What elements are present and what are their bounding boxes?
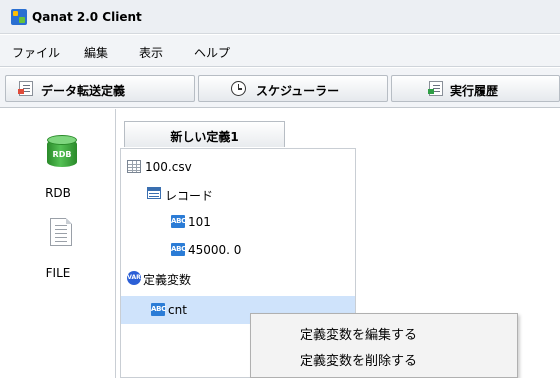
tab-execution-history[interactable]: 実行履歴	[391, 75, 560, 102]
tab-new-definition[interactable]: 新しい定義1	[124, 121, 285, 147]
tree-item-label: 45000. 0	[188, 243, 242, 257]
context-menu-item-label: 定義変数を削除する	[300, 354, 418, 369]
tab-scheduler[interactable]: スケジューラー	[198, 75, 388, 102]
abc-icon: ABC	[151, 303, 166, 316]
tab-data-transfer-label: データ転送定義	[41, 84, 126, 98]
title-bar: Qanat 2.0 Client	[0, 0, 560, 34]
menu-view[interactable]: 表示	[139, 44, 163, 61]
clock-icon	[231, 81, 246, 96]
app-logo-icon	[11, 9, 27, 25]
abc-icon: ABC	[171, 215, 186, 228]
data-transfer-doc-icon	[18, 81, 33, 96]
tree-item-field-45000[interactable]: ABC 45000. 0	[121, 239, 355, 261]
abc-icon: ABC	[171, 243, 186, 256]
tree-item-label: レコード	[165, 189, 214, 203]
menu-file[interactable]: ファイル	[12, 44, 60, 61]
tab-execution-history-label: 実行履歴	[450, 84, 499, 98]
tree-item-label: cnt	[168, 303, 187, 317]
menu-bar: ファイル 編集 表示 ヘルプ	[0, 35, 560, 67]
source-palette: RDB RDB FILE	[0, 109, 116, 378]
tree-item-csv-file[interactable]: 100.csv	[121, 156, 355, 178]
context-menu: 定義変数を編集する 定義変数を削除する	[250, 313, 518, 378]
definition-tab-label: 新しい定義1	[170, 130, 239, 144]
rdb-cylinder-top	[47, 135, 77, 145]
app-title: Qanat 2.0 Client	[32, 10, 142, 24]
tab-scheduler-label: スケジューラー	[256, 84, 340, 98]
context-menu-item-label: 定義変数を編集する	[300, 328, 418, 343]
rdb-icon[interactable]: RDB	[47, 135, 77, 169]
toolbar: データ転送定義 スケジューラー 実行履歴	[0, 68, 560, 108]
tree-item-record[interactable]: レコード	[121, 183, 355, 205]
file-label[interactable]: FILE	[0, 266, 116, 280]
rdb-label[interactable]: RDB	[0, 186, 116, 200]
csv-file-icon	[127, 160, 141, 173]
file-icon[interactable]	[50, 218, 72, 246]
tree-item-field-101[interactable]: ABC 101	[121, 211, 355, 233]
tree-item-label: 101	[188, 215, 211, 229]
var-icon: VAR	[127, 271, 141, 285]
history-doc-icon	[428, 81, 443, 96]
context-menu-edit-variable[interactable]: 定義変数を編集する	[251, 319, 517, 345]
tree-item-label: 100.csv	[145, 160, 192, 174]
menu-edit[interactable]: 編集	[84, 44, 108, 61]
tree-item-definition-variables[interactable]: VAR 定義変数	[121, 267, 355, 289]
tree-item-label: 定義変数	[143, 273, 192, 287]
tab-data-transfer-definition[interactable]: データ転送定義	[5, 75, 195, 102]
record-icon	[147, 187, 161, 199]
context-menu-delete-variable[interactable]: 定義変数を削除する	[251, 345, 517, 371]
rdb-icon-text: RDB	[52, 150, 72, 159]
menu-help[interactable]: ヘルプ	[194, 44, 230, 61]
